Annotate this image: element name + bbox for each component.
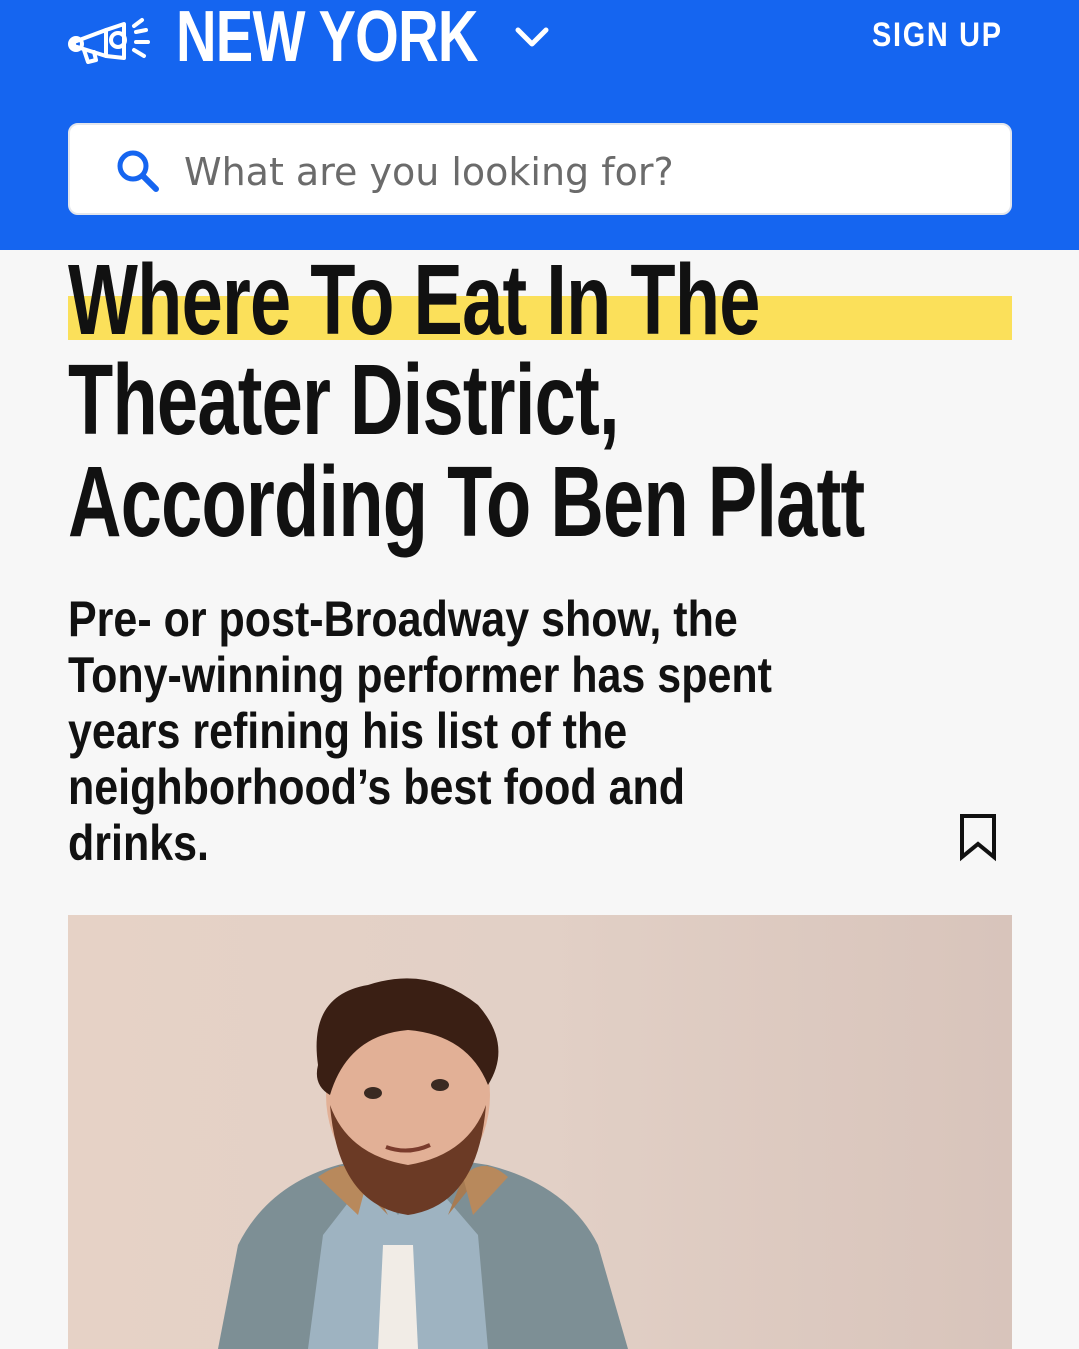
article-dek-line-2: Tony-winning performer has spent [68,647,772,703]
search-icon [117,150,159,192]
city-selector-label[interactable]: NEW YORK [176,0,478,78]
portrait-illustration [218,978,628,1349]
bookmark-icon[interactable] [958,812,998,862]
article-title-line-3: According To Ben Platt [68,446,865,558]
article-title-line-2: Theater District, [68,344,620,456]
site-header: NEW YORK SIGN UP [0,0,1079,250]
article-title-line-1: Where To Eat In The [68,244,760,356]
article-dek-line-4: neighborhood’s best food and [68,759,686,815]
search-input[interactable] [182,143,986,201]
article-dek-line-5: drinks. [68,815,209,871]
article-dek-line-3: years refining his list of the [68,703,628,759]
chevron-down-icon[interactable] [512,22,552,54]
article-hero-image [68,915,1012,1349]
article-dek-line-1: Pre- or post-Broadway show, the [68,591,738,647]
megaphone-icon[interactable] [66,12,156,64]
sign-up-button[interactable]: SIGN UP [872,16,1003,55]
search-bar[interactable] [68,123,1012,215]
